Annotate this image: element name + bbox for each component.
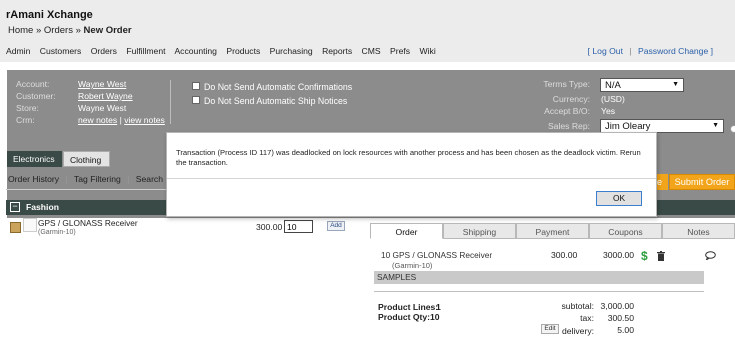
catalog-tools: Order History | Tag Filtering | Search — [8, 174, 163, 184]
product-thumbnail — [23, 218, 37, 232]
no-ship-notices-label: Do Not Send Automatic Ship Notices — [204, 96, 348, 106]
tab-payment[interactable]: Payment — [516, 223, 589, 239]
tab-electronics[interactable]: Electronics — [7, 151, 62, 167]
product-qty-label: Product Qty: — [378, 312, 431, 322]
summary-divider — [374, 291, 704, 292]
new-notes-link[interactable]: new notes — [78, 115, 117, 125]
link-separator: | — [629, 46, 632, 56]
sales-rep-label: Sales Rep: — [547, 121, 590, 131]
nav-item-cms[interactable]: CMS — [362, 46, 381, 56]
notes-separator: | — [119, 115, 122, 125]
no-confirmations-label: Do Not Send Automatic Confirmations — [204, 82, 353, 92]
dropdown-arrow-icon: ▼ — [712, 122, 719, 129]
nav-item-reports[interactable]: Reports — [322, 46, 352, 56]
tag-filtering-link[interactable]: Tag Filtering — [74, 174, 121, 184]
breadcrumb-separator: » — [75, 25, 81, 36]
subtotal-value: 3,000.00 — [600, 301, 634, 311]
category-header: Fashion — [6, 200, 166, 215]
nav-item-wiki[interactable]: Wiki — [420, 46, 436, 56]
trash-icon[interactable] — [657, 251, 665, 261]
currency-label: Currency: — [552, 94, 590, 104]
order-line-sku: (Garmin-10) — [392, 261, 433, 270]
store-label: Store: — [16, 103, 39, 113]
breadcrumb-separator: » — [35, 25, 42, 36]
breadcrumb-orders[interactable]: Orders — [44, 25, 73, 36]
sales-rep-select[interactable]: Jim Oleary ▼ — [600, 119, 724, 133]
error-message: Transaction (Process ID 117) was deadloc… — [176, 148, 641, 167]
tab-order[interactable]: Order — [370, 223, 443, 239]
order-tabs: Order Shipping Payment Coupons Notes — [370, 223, 735, 239]
account-label: Account: — [16, 79, 50, 89]
ok-button[interactable]: OK — [596, 191, 642, 206]
breadcrumb-current: New Order — [83, 25, 132, 36]
logout-link[interactable]: [ Log Out — [588, 46, 623, 56]
product-lines-label: Product Lines: — [378, 302, 439, 312]
product-qty-input[interactable] — [284, 220, 313, 233]
password-change-link[interactable]: Password Change ] — [638, 46, 713, 56]
main-nav: Admin Customers Orders Fulfillment Accou… — [6, 46, 443, 56]
accept-bo-label: Accept B/O: — [544, 106, 590, 116]
nav-item-orders[interactable]: Orders — [91, 46, 117, 56]
order-line-price: 300.00 — [551, 250, 578, 260]
crm-notes: new notes | view notes — [78, 115, 165, 125]
accept-bo-value: Yes — [601, 106, 616, 116]
nav-item-accounting[interactable]: Accounting — [174, 46, 217, 56]
catalog-tabs: Electronics Clothing — [7, 151, 110, 167]
crm-label: Crm: — [16, 115, 35, 125]
tools-separator: | — [65, 174, 68, 184]
currency-value: (USD) — [601, 94, 625, 104]
product-sku: (Garmin-10) — [38, 229, 76, 236]
tools-separator: | — [127, 174, 130, 184]
product-name: GPS / GLONASS Receiver — [38, 218, 138, 228]
view-notes-link[interactable]: view notes — [124, 115, 165, 125]
store-value: Wayne West — [78, 103, 127, 113]
order-line-total: 3000.00 — [603, 250, 635, 260]
nav-item-fulfillment[interactable]: Fulfillment — [126, 46, 165, 56]
breadcrumb: Home » Orders » New Order — [8, 25, 132, 36]
panel-divider — [170, 80, 171, 124]
fashion-collapse-icon[interactable]: − — [10, 202, 20, 212]
tax-value: 300.50 — [607, 313, 634, 323]
tab-notes[interactable]: Notes — [662, 223, 735, 239]
nav-item-admin[interactable]: Admin — [6, 46, 30, 56]
delivery-value: 5.00 — [617, 325, 634, 335]
customer-link[interactable]: Robert Wayne — [78, 91, 133, 101]
terms-type-select[interactable]: N/A ▼ — [600, 78, 684, 92]
panel-resize-handle[interactable] — [730, 125, 735, 133]
comment-icon[interactable] — [705, 251, 716, 260]
terms-type-label: Terms Type: — [543, 79, 590, 89]
product-lines-value: 1 — [436, 302, 441, 312]
tab-coupons[interactable]: Coupons — [589, 223, 662, 239]
nav-item-prefs[interactable]: Prefs — [390, 46, 410, 56]
order-line-name: 10 GPS / GLONASS Receiver — [381, 250, 493, 260]
nav-item-customers[interactable]: Customers — [40, 46, 82, 56]
nav-item-purchasing[interactable]: Purchasing — [270, 46, 313, 56]
add-button[interactable]: Add — [327, 221, 345, 231]
nav-item-products[interactable]: Products — [226, 46, 260, 56]
tab-shipping[interactable]: Shipping — [443, 223, 516, 239]
order-history-link[interactable]: Order History — [8, 174, 59, 184]
submit-order-button[interactable]: Submit Order — [669, 174, 735, 190]
no-ship-notices-checkbox[interactable] — [192, 96, 200, 104]
product-box-icon — [10, 222, 21, 233]
search-link[interactable]: Search — [136, 174, 163, 184]
breadcrumb-home[interactable]: Home — [8, 25, 33, 36]
app-title: rAmani Xchange — [6, 9, 93, 21]
no-confirmations-checkbox[interactable] — [192, 82, 200, 90]
tools-divider — [6, 189, 166, 190]
product-price: 300.00 — [256, 222, 283, 232]
dollar-icon[interactable]: $ — [641, 249, 648, 263]
sales-rep-value: Jim Oleary — [605, 121, 651, 132]
account-links: [ Log Out | Password Change ] — [588, 46, 713, 56]
product-qty-value: 10 — [430, 312, 440, 322]
tab-clothing[interactable]: Clothing — [63, 151, 110, 167]
dropdown-arrow-icon: ▼ — [672, 81, 679, 88]
terms-type-value: N/A — [605, 80, 621, 91]
account-link[interactable]: Wayne West — [78, 79, 126, 89]
dialog-divider — [167, 178, 656, 179]
samples-bar: SAMPLES — [374, 271, 704, 284]
customer-label: Customer: — [16, 91, 56, 101]
error-dialog: Transaction (Process ID 117) was deadloc… — [166, 132, 657, 217]
